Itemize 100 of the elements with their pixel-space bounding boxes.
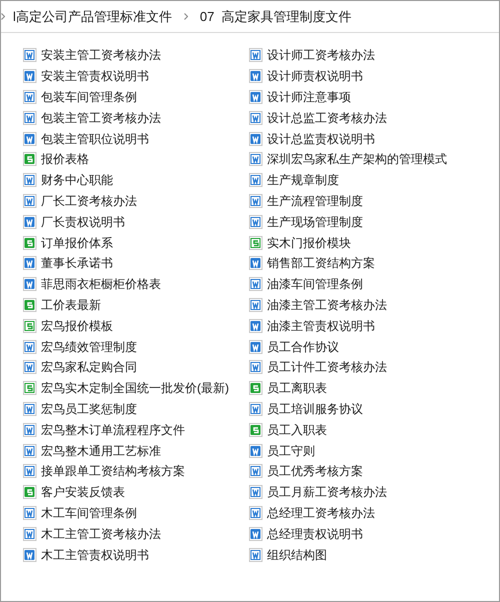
document-icon bbox=[22, 463, 38, 480]
file-name[interactable]: 安装主管责权说明书 bbox=[41, 68, 149, 84]
document-icon bbox=[22, 130, 38, 147]
breadcrumb-item[interactable]: l高定公司产品管理标准文件 bbox=[13, 6, 172, 26]
document-icon bbox=[248, 214, 264, 230]
file-name[interactable]: 设计总监责权说明书 bbox=[267, 130, 375, 147]
document-icon bbox=[248, 255, 264, 272]
file-name[interactable]: 宏鸟整木通用工艺标准 bbox=[41, 442, 161, 459]
document-icon bbox=[248, 296, 264, 313]
file-name[interactable]: 安装主管工资考核办法 bbox=[41, 47, 161, 64]
document-icon bbox=[22, 276, 38, 292]
file-name[interactable]: 生产规章制度 bbox=[267, 172, 339, 188]
document-icon bbox=[248, 484, 264, 500]
file-name[interactable]: 木工车间管理条例 bbox=[41, 504, 137, 521]
document-icon bbox=[22, 68, 38, 84]
chevron-icon bbox=[1, 13, 5, 20]
document-icon bbox=[248, 359, 264, 376]
file-name[interactable]: 宏鸟实木定制全国统一批发价(最新) bbox=[41, 380, 229, 396]
file-name[interactable]: 销售部工资结构方案 bbox=[267, 255, 375, 272]
file-name[interactable]: 接单跟单工资结构考核方案 bbox=[41, 463, 185, 480]
file-name[interactable]: 实木门报价模块 bbox=[267, 234, 351, 251]
document-icon bbox=[22, 88, 38, 105]
spreadsheet-icon bbox=[22, 484, 38, 500]
document-icon bbox=[248, 318, 264, 334]
file-name[interactable]: 厂长责权说明书 bbox=[41, 214, 125, 230]
file-name[interactable]: 油漆主管工资考核办法 bbox=[267, 296, 387, 313]
file-name[interactable]: 生产现场管理制度 bbox=[267, 214, 363, 230]
document-icon bbox=[248, 192, 264, 209]
document-icon bbox=[22, 526, 38, 542]
file-name[interactable]: 油漆主管责权说明书 bbox=[267, 318, 375, 334]
document-icon bbox=[22, 255, 38, 272]
document-icon bbox=[22, 442, 38, 459]
file-name[interactable]: 员工优秀考核方案 bbox=[267, 463, 363, 480]
spreadsheet-icon bbox=[22, 151, 38, 168]
document-icon bbox=[22, 192, 38, 209]
document-icon bbox=[22, 110, 38, 126]
document-icon bbox=[22, 172, 38, 188]
document-icon bbox=[248, 151, 264, 168]
file-name[interactable]: 宏鸟绩效管理制度 bbox=[41, 338, 137, 355]
file-name[interactable]: 报价表格 bbox=[41, 151, 89, 168]
file-name[interactable]: 设计师责权说明书 bbox=[267, 68, 363, 84]
document-icon bbox=[248, 338, 264, 355]
file-name[interactable]: 员工培训服务协议 bbox=[267, 400, 363, 417]
document-icon bbox=[248, 130, 264, 147]
file-name[interactable]: 深圳宏鸟家私生产架构的管理模式 bbox=[267, 151, 447, 168]
document-icon bbox=[22, 422, 38, 438]
file-name[interactable]: 宏鸟整木订单流程程序文件 bbox=[41, 422, 185, 438]
spreadsheet-icon bbox=[248, 234, 264, 251]
document-icon bbox=[248, 47, 264, 64]
file-name[interactable]: 宏鸟报价模板 bbox=[41, 318, 113, 334]
document-icon bbox=[248, 110, 264, 126]
file-name[interactable]: 木工主管责权说明书 bbox=[41, 546, 149, 563]
file-name[interactable]: 设计师工资考核办法 bbox=[267, 47, 375, 64]
document-icon bbox=[22, 504, 38, 521]
file-name[interactable]: 木工主管工资考核办法 bbox=[41, 526, 161, 542]
spreadsheet-icon bbox=[22, 380, 38, 396]
file-name[interactable]: 菲思雨衣柜橱柜价格表 bbox=[41, 276, 161, 292]
file-name[interactable]: 生产流程管理制度 bbox=[267, 192, 363, 209]
document-icon bbox=[22, 47, 38, 64]
file-name[interactable]: 厂长工资考核办法 bbox=[41, 192, 137, 209]
document-icon bbox=[22, 359, 38, 376]
file-name[interactable]: 设计师注意事项 bbox=[267, 88, 351, 105]
file-name[interactable]: 包装主管工资考核办法 bbox=[41, 110, 161, 126]
document-icon bbox=[248, 276, 264, 292]
file-name[interactable]: 员工月薪工资考核办法 bbox=[267, 484, 387, 500]
spreadsheet-icon bbox=[248, 380, 264, 396]
file-name[interactable]: 董事长承诺书 bbox=[41, 255, 113, 272]
document-icon bbox=[248, 546, 264, 563]
file-name[interactable]: 客户安装反馈表 bbox=[41, 484, 125, 500]
document-icon bbox=[248, 400, 264, 417]
document-icon bbox=[248, 463, 264, 480]
file-name[interactable]: 员工离职表 bbox=[267, 380, 327, 396]
spreadsheet-icon bbox=[22, 234, 38, 251]
document-icon bbox=[248, 442, 264, 459]
document-icon bbox=[248, 68, 264, 84]
spreadsheet-icon bbox=[248, 422, 264, 438]
document-icon bbox=[248, 504, 264, 521]
file-name[interactable]: 宏鸟家私定购合同 bbox=[41, 359, 137, 376]
file-name[interactable]: 员工计件工资考核办法 bbox=[267, 359, 387, 376]
document-icon bbox=[22, 546, 38, 563]
file-name[interactable]: 总经理工资考核办法 bbox=[267, 504, 375, 521]
file-name[interactable]: 员工入职表 bbox=[267, 422, 327, 438]
file-name[interactable]: 设计总监工资考核办法 bbox=[267, 110, 387, 126]
file-name[interactable]: 员工合作协议 bbox=[267, 338, 339, 355]
spreadsheet-icon bbox=[22, 296, 38, 313]
file-name[interactable]: 财务中心职能 bbox=[41, 172, 113, 188]
file-name[interactable]: 油漆车间管理条例 bbox=[267, 276, 363, 292]
file-name[interactable]: 员工守则 bbox=[267, 442, 315, 459]
file-name[interactable]: 包装车间管理条例 bbox=[41, 88, 137, 105]
document-icon bbox=[248, 526, 264, 542]
file-name[interactable]: 订单报价体系 bbox=[41, 234, 113, 251]
spreadsheet-icon bbox=[22, 318, 38, 334]
breadcrumb-item[interactable]: 07 高定家具管理制度文件 bbox=[200, 6, 352, 26]
file-name[interactable]: 组织结构图 bbox=[267, 546, 327, 563]
document-icon bbox=[248, 88, 264, 105]
file-name[interactable]: 工价表最新 bbox=[41, 296, 101, 313]
file-name[interactable]: 包装主管职位说明书 bbox=[41, 130, 149, 147]
document-icon bbox=[22, 338, 38, 355]
file-name[interactable]: 宏鸟员工奖惩制度 bbox=[41, 400, 137, 417]
file-name[interactable]: 总经理责权说明书 bbox=[267, 526, 363, 542]
